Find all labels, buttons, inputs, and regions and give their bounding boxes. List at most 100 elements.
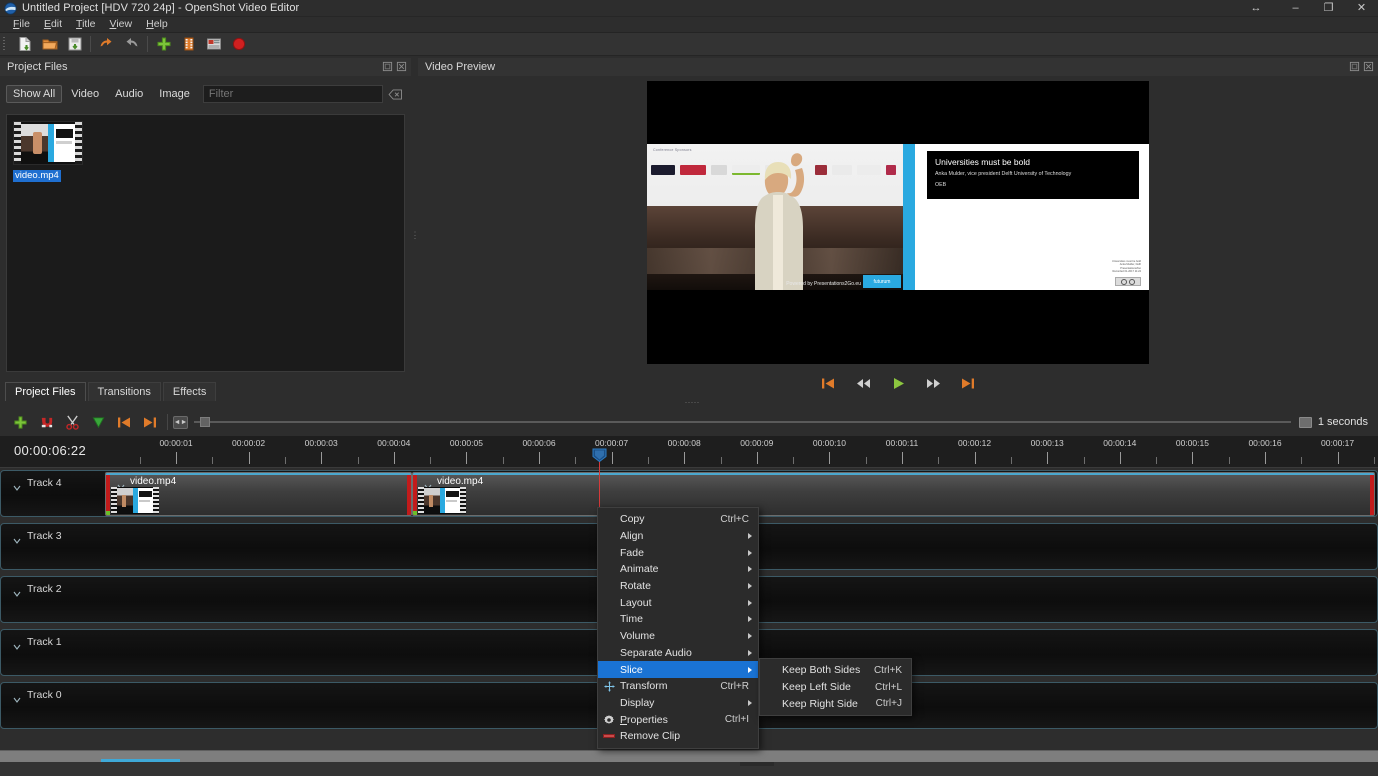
context-menu-item-slice[interactable]: Slice xyxy=(598,661,758,678)
record-icon[interactable] xyxy=(226,33,251,55)
context-menu-item-separate-audio[interactable]: Separate Audio xyxy=(598,645,758,662)
filter-tab-audio[interactable]: Audio xyxy=(108,85,150,103)
horizontal-splitter-handle[interactable]: ····· xyxy=(672,397,712,407)
ruler-label: 00:00:04 xyxy=(377,438,411,448)
timeline-ruler[interactable]: 00:00:06:22 00:00:01 00:00:02 00:00:03 00:0… xyxy=(0,436,1378,468)
skip-to-start-button[interactable] xyxy=(818,374,838,392)
zoom-out-icon[interactable]: ◄► xyxy=(173,415,188,429)
toolbar-grip[interactable] xyxy=(2,36,9,52)
add-track-icon[interactable] xyxy=(8,411,32,433)
track-header[interactable]: Track 3 xyxy=(1,524,105,569)
track-header[interactable]: Track 2 xyxy=(1,577,105,622)
timeline-clip[interactable]: video.mp4 xyxy=(412,472,1375,516)
context-menu-item-fade[interactable]: Fade xyxy=(598,544,758,561)
file-name-label: video.mp4 xyxy=(13,170,61,182)
razor-tool-icon[interactable] xyxy=(60,411,84,433)
track-header[interactable]: Track 4 xyxy=(1,471,105,516)
menu-edit[interactable]: Edit xyxy=(37,17,69,32)
resize-icon[interactable]: ↔ xyxy=(1233,0,1279,17)
context-menu-item-remove-clip[interactable]: Remove Clip xyxy=(598,728,758,745)
context-menu-item-properties[interactable]: Properties Ctrl+I xyxy=(598,711,758,728)
chevron-down-icon[interactable] xyxy=(13,532,21,544)
project-files-list[interactable]: video.mp4 xyxy=(6,114,405,372)
maximize-button[interactable]: ❐ xyxy=(1312,0,1345,17)
chevron-down-icon[interactable] xyxy=(13,479,21,491)
import-files-icon[interactable] xyxy=(151,33,176,55)
chevron-down-icon[interactable] xyxy=(13,638,21,650)
play-button[interactable] xyxy=(888,374,908,392)
save-project-icon[interactable] xyxy=(62,33,87,55)
export-video-icon[interactable] xyxy=(201,33,226,55)
chevron-down-icon[interactable] xyxy=(13,585,21,597)
clip-right-handle[interactable] xyxy=(1370,473,1374,515)
close-panel-icon[interactable] xyxy=(396,61,407,72)
clip-selection-indicator xyxy=(413,473,1374,475)
ruler-label: 00:00:03 xyxy=(304,438,338,448)
tab-transitions[interactable]: Transitions xyxy=(87,382,161,401)
track-header[interactable]: Track 0 xyxy=(1,683,105,728)
previous-marker-icon[interactable] xyxy=(112,411,136,433)
chevron-down-icon[interactable] xyxy=(117,478,125,490)
filter-tab-show-all[interactable]: Show All xyxy=(6,85,63,103)
clip-left-handle[interactable] xyxy=(413,473,417,515)
choose-profile-icon[interactable] xyxy=(176,33,201,55)
tab-project-files[interactable]: Project Files xyxy=(5,382,86,401)
context-menu-item-copy[interactable]: Copy Ctrl+C xyxy=(598,511,758,528)
close-button[interactable]: ✕ xyxy=(1345,0,1378,17)
context-menu-label: Time xyxy=(620,613,643,626)
context-menu-item-transform[interactable]: Transform Ctrl+R xyxy=(598,678,758,695)
context-menu-item-volume[interactable]: Volume xyxy=(598,628,758,645)
float-panel-icon-preview[interactable] xyxy=(1349,61,1360,72)
timeline-clip[interactable]: video.mp4 xyxy=(105,472,412,516)
zoom-slider[interactable] xyxy=(194,413,1291,431)
close-panel-icon-preview[interactable] xyxy=(1363,61,1374,72)
context-menu-item-align[interactable]: Align xyxy=(598,528,758,545)
menu-view[interactable]: View xyxy=(103,17,140,32)
add-marker-icon[interactable] xyxy=(86,411,110,433)
zoom-in-icon[interactable] xyxy=(1298,416,1312,428)
menu-title[interactable]: Title xyxy=(69,17,102,32)
menu-file[interactable]: File xyxy=(6,17,37,32)
minimize-button[interactable]: – xyxy=(1279,0,1312,17)
clip-right-handle[interactable] xyxy=(407,473,411,515)
redo-icon[interactable] xyxy=(119,33,144,55)
clip-label: video.mp4 xyxy=(130,476,177,487)
tab-effects[interactable]: Effects xyxy=(162,382,217,401)
snapping-magnet-icon[interactable] xyxy=(34,411,58,433)
menu-help[interactable]: Help xyxy=(139,17,175,32)
clip-left-handle[interactable] xyxy=(106,473,110,515)
file-item-video[interactable]: video.mp4 xyxy=(13,121,85,183)
slice-submenu-item-keep-right-side[interactable]: Keep Right Side Ctrl+J xyxy=(760,695,911,712)
slice-submenu-item-keep-both-sides[interactable]: Keep Both Sides Ctrl+K xyxy=(760,662,911,679)
menu-file-rest: ile xyxy=(19,18,30,30)
filter-input[interactable] xyxy=(202,85,383,103)
clip-context-menu[interactable]: Copy Ctrl+C Align Fade Animate Rotate Layout Ti… xyxy=(597,507,759,749)
new-project-icon[interactable] xyxy=(12,33,37,55)
filter-tab-image[interactable]: Image xyxy=(152,85,197,103)
video-preview-screen[interactable]: Conference Sponsors Powered by Presentat… xyxy=(647,81,1149,364)
playhead-handle[interactable] xyxy=(592,448,607,463)
undo-icon[interactable] xyxy=(94,33,119,55)
chevron-down-icon[interactable] xyxy=(13,691,21,703)
zoom-slider-handle[interactable] xyxy=(200,417,210,427)
window-controls: ↔ – ❐ ✕ xyxy=(1233,0,1378,17)
rewind-button[interactable] xyxy=(853,374,873,392)
open-project-icon[interactable] xyxy=(37,33,62,55)
slice-submenu-item-keep-left-side[interactable]: Keep Left Side Ctrl+L xyxy=(760,679,911,696)
context-menu-item-animate[interactable]: Animate xyxy=(598,561,758,578)
filter-tab-video[interactable]: Video xyxy=(64,85,106,103)
float-panel-icon[interactable] xyxy=(382,61,393,72)
skip-to-end-button[interactable] xyxy=(958,374,978,392)
context-menu-item-time[interactable]: Time xyxy=(598,611,758,628)
context-menu-item-layout[interactable]: Layout xyxy=(598,594,758,611)
next-marker-icon[interactable] xyxy=(138,411,162,433)
fast-forward-button[interactable] xyxy=(923,374,943,392)
context-menu-item-display[interactable]: Display xyxy=(598,695,758,712)
zoom-level-label: 1 seconds xyxy=(1317,416,1368,428)
slice-submenu[interactable]: Keep Both Sides Ctrl+K Keep Left Side Ctrl+… xyxy=(759,658,912,717)
track-header[interactable]: Track 1 xyxy=(1,630,105,675)
chevron-down-icon[interactable] xyxy=(424,478,432,490)
context-menu-item-rotate[interactable]: Rotate xyxy=(598,578,758,595)
horizontal-scrollbar[interactable] xyxy=(0,750,1378,764)
clear-filter-icon[interactable] xyxy=(385,85,405,103)
